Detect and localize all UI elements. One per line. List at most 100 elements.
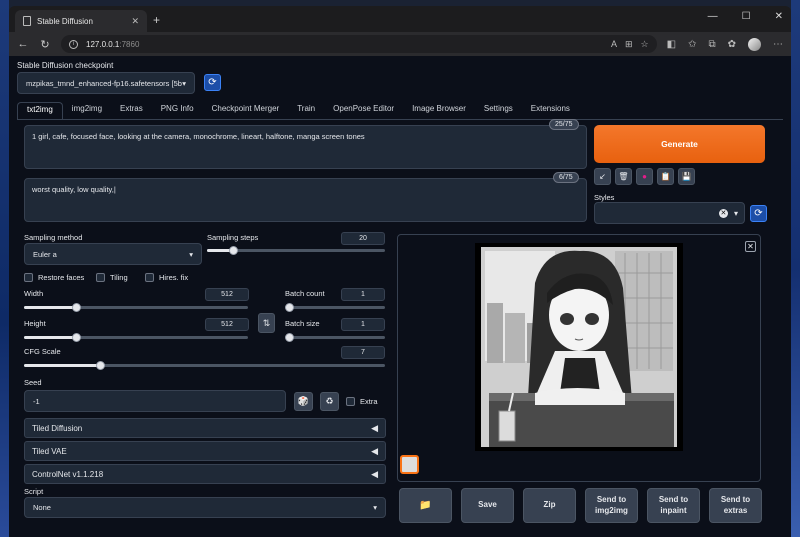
browser-tab[interactable]: Stable Diffusion ✕: [15, 10, 147, 32]
slider-knob[interactable]: [72, 333, 81, 342]
read-params-button[interactable]: ↙: [594, 168, 611, 185]
clipboard-icon: 📋: [660, 172, 671, 181]
checkbox-box[interactable]: [145, 273, 154, 282]
extra-label: Extra: [360, 397, 378, 406]
seed-input[interactable]: -1: [24, 390, 286, 412]
tab-train[interactable]: Train: [288, 102, 324, 120]
random-seed-button[interactable]: 🎲: [294, 392, 313, 411]
save-button[interactable]: Save: [461, 488, 514, 523]
apps-icon[interactable]: ⊞: [625, 39, 633, 50]
checkbox-box[interactable]: [24, 273, 33, 282]
browser-tab-title: Stable Diffusion: [37, 16, 93, 26]
minimize-icon[interactable]: —: [708, 11, 718, 22]
batch-size-input[interactable]: 1: [341, 318, 385, 331]
favorites-icon[interactable]: ✩: [688, 39, 696, 50]
open-folder-button[interactable]: 📁: [399, 488, 452, 523]
restore-faces-checkbox[interactable]: Restore faces: [24, 273, 84, 282]
batch-count-slider[interactable]: [285, 303, 385, 312]
sampling-steps-input[interactable]: 20: [341, 232, 385, 245]
close-tab-icon[interactable]: ✕: [131, 16, 139, 27]
send-to-inpaint-button[interactable]: Send to inpaint: [647, 488, 700, 523]
show-extra-networks-button[interactable]: ●: [636, 168, 653, 185]
sampling-method-dropdown[interactable]: Euler a ▾: [24, 243, 202, 265]
batch-count-label: Batch count: [285, 289, 325, 298]
tab-extensions[interactable]: Extensions: [522, 102, 579, 120]
tab-settings[interactable]: Settings: [475, 102, 522, 120]
slider-knob[interactable]: [229, 246, 238, 255]
negative-prompt-input[interactable]: worst quality, low quality,|: [24, 178, 587, 222]
batch-size-slider[interactable]: [285, 333, 385, 342]
close-window-icon[interactable]: ✕: [775, 11, 783, 22]
save-style-button[interactable]: 💾: [678, 168, 695, 185]
batch-count-input[interactable]: 1: [341, 288, 385, 301]
chevron-down-icon: ▾: [733, 208, 738, 218]
reload-icon[interactable]: ↻: [39, 38, 51, 51]
checkpoint-refresh-button[interactable]: ⟳: [204, 74, 221, 91]
height-slider[interactable]: [24, 333, 248, 342]
favorite-star-icon[interactable]: ☆: [641, 39, 649, 50]
checkpoint-dropdown[interactable]: mzpikas_tmnd_enhanced-fp16.safetensors […: [17, 72, 195, 94]
url-field[interactable]: i 127.0.0.1:7860 A ⊞ ☆: [61, 35, 657, 53]
batch-size-label: Batch size: [285, 319, 320, 328]
height-input[interactable]: 512: [205, 318, 249, 331]
styles-dropdown[interactable]: ✕ ▾: [594, 202, 745, 224]
slider-knob[interactable]: [96, 361, 105, 370]
slider-knob[interactable]: [72, 303, 81, 312]
read-aloud-icon[interactable]: A: [611, 39, 617, 49]
tab-png-info[interactable]: PNG Info: [152, 102, 203, 120]
extensions-icon[interactable]: ✿: [728, 39, 736, 50]
apply-styles-button[interactable]: 📋: [657, 168, 674, 185]
split-screen-icon[interactable]: ◧: [667, 39, 676, 50]
tab-extras[interactable]: Extras: [111, 102, 152, 120]
swap-dimensions-button[interactable]: ⇅: [258, 313, 275, 333]
slider-fill: [24, 364, 100, 367]
slider-knob[interactable]: [285, 303, 294, 312]
close-preview-button[interactable]: ✕: [745, 241, 756, 252]
accordion-tiled-vae[interactable]: Tiled VAE ◀: [24, 441, 386, 461]
width-slider[interactable]: [24, 303, 248, 312]
tab-openpose-editor[interactable]: OpenPose Editor: [324, 102, 403, 120]
tab-txt2img[interactable]: txt2img: [17, 102, 63, 120]
extra-seed-checkbox[interactable]: Extra: [346, 397, 378, 406]
refresh-icon: ⟳: [754, 208, 763, 219]
width-input[interactable]: 512: [205, 288, 249, 301]
checkbox-box[interactable]: [346, 397, 355, 406]
generate-button[interactable]: Generate: [594, 125, 765, 163]
prompt-input[interactable]: 1 girl, cafe, focused face, looking at t…: [24, 125, 587, 169]
tab-divider: [17, 119, 783, 120]
tab-checkpoint-merger[interactable]: Checkpoint Merger: [203, 102, 289, 120]
cfg-scale-slider[interactable]: [24, 361, 385, 370]
reuse-seed-button[interactable]: ♻: [320, 392, 339, 411]
collections-icon[interactable]: ⧉: [708, 39, 715, 50]
collapse-arrow-icon: ◀: [371, 422, 378, 433]
hires-fix-checkbox[interactable]: Hires. fix: [145, 273, 188, 282]
accordion-controlnet[interactable]: ControlNet v1.1.218 ◀: [24, 464, 386, 484]
info-icon[interactable]: i: [69, 39, 78, 49]
slider-fill: [24, 336, 76, 339]
more-menu-icon[interactable]: ⋯: [773, 39, 783, 50]
gallery-thumbnail[interactable]: [400, 455, 419, 474]
tiling-checkbox[interactable]: Tiling: [96, 273, 128, 282]
cfg-scale-input[interactable]: 7: [341, 346, 385, 359]
maximize-icon[interactable]: ☐: [742, 11, 751, 22]
slider-knob[interactable]: [285, 333, 294, 342]
checkbox-box[interactable]: [96, 273, 105, 282]
generated-image[interactable]: [475, 243, 683, 451]
sampling-method-label: Sampling method: [24, 233, 83, 242]
tab-image-browser[interactable]: Image Browser: [403, 102, 475, 120]
script-dropdown[interactable]: None ▾: [24, 497, 386, 518]
clear-icon[interactable]: ✕: [718, 208, 728, 218]
tab-img2img[interactable]: img2img: [63, 102, 111, 120]
new-tab-icon[interactable]: +: [153, 13, 160, 27]
send-to-img2img-button[interactable]: Send to img2img: [585, 488, 638, 523]
styles-refresh-button[interactable]: ⟳: [750, 205, 767, 222]
clear-prompt-button[interactable]: 🗑: [615, 168, 632, 185]
dice-icon: 🎲: [297, 396, 310, 406]
chevron-down-icon: ▾: [373, 503, 377, 512]
accordion-tiled-diffusion[interactable]: Tiled Diffusion ◀: [24, 418, 386, 438]
zip-button[interactable]: Zip: [523, 488, 576, 523]
back-icon[interactable]: ←: [17, 38, 29, 50]
profile-avatar[interactable]: [748, 37, 761, 51]
sampling-steps-slider[interactable]: [207, 246, 385, 255]
send-to-extras-button[interactable]: Send to extras: [709, 488, 762, 523]
